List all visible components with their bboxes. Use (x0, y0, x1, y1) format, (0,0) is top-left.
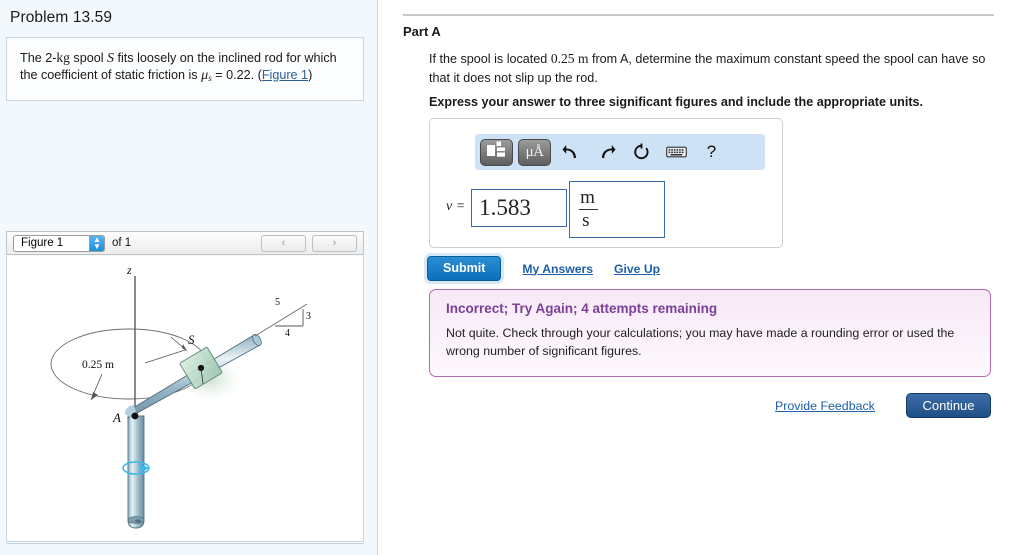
undo-button[interactable] (556, 139, 587, 166)
slope-triangle (275, 309, 304, 327)
units-numerator: m (579, 187, 598, 210)
figure-1-link[interactable]: Figure 1 (262, 68, 308, 82)
redo-icon (602, 144, 616, 158)
statement-part-1: The 2- (20, 51, 57, 65)
reset-icon (634, 143, 649, 160)
statement-unit-kg: kg (56, 50, 70, 65)
chevron-updown-icon: ▲ ▼ (89, 235, 104, 251)
slope-label-5: 5 (275, 297, 280, 308)
point-label-A: A (112, 410, 121, 425)
problem-statement-text: The 2-kg spool S fits loosely on the inc… (20, 49, 351, 88)
page-root: Problem 13.59 The 2-kg spool S fits loos… (0, 0, 1018, 555)
figure-nav-arrows: ‹ › (255, 234, 357, 252)
statement-equation: = 0.22. ( (211, 68, 262, 82)
rod-extension-line (254, 303, 308, 337)
template-button[interactable] (480, 138, 513, 166)
my-answers-link[interactable]: My Answers (522, 262, 593, 276)
keyboard-button[interactable] (661, 139, 692, 166)
dimension-label-025m: 0.25 m (82, 359, 114, 371)
chevron-right-icon: › (332, 237, 337, 249)
section-divider (403, 14, 994, 16)
spool-rod-diagram: z 5 3 4 S 0.25 m A (50, 263, 311, 529)
units-button[interactable]: μÅ (518, 138, 551, 166)
answer-value-input[interactable]: 1.583 (471, 189, 568, 227)
statement-var-s: S (107, 51, 115, 66)
give-up-link[interactable]: Give Up (614, 262, 660, 276)
submit-button[interactable]: Submit (427, 256, 502, 281)
units-denominator: s (582, 209, 590, 231)
continue-button[interactable]: Continue (906, 393, 991, 418)
problem-panel: Problem 13.59 The 2-kg spool S fits loos… (0, 0, 378, 555)
point-A-dot (131, 412, 139, 420)
redo-button[interactable] (591, 139, 622, 166)
answer-units-input[interactable]: m s (569, 181, 666, 238)
provide-feedback-link[interactable]: Provide Feedback (775, 399, 875, 413)
figure-select[interactable]: Figure 1 ▲ ▼ (13, 234, 105, 252)
answer-equation-row: v = 1.583 m s (446, 181, 666, 238)
equation-toolbar: μÅ ? (475, 134, 765, 170)
template-icon (486, 140, 507, 164)
page-title: Problem 13.59 (10, 9, 113, 26)
slope-label-4: 4 (285, 328, 290, 339)
problem-statement-box: The 2-kg spool S fits loosely on the inc… (6, 37, 364, 101)
figure-image-container: z 5 3 4 S 0.25 m A (6, 256, 364, 542)
chevron-left-icon: ‹ (281, 237, 286, 249)
reset-button[interactable] (626, 139, 657, 166)
figure-navigation-bar: Figure 1 ▲ ▼ of 1 ‹ › (6, 231, 364, 255)
previous-figure-button[interactable]: ‹ (261, 234, 306, 252)
feedback-body: Not quite. Check through your calculatio… (446, 326, 955, 358)
statement-part-2: spool (69, 51, 108, 65)
slope-label-3: 3 (306, 311, 311, 322)
feedback-box: Incorrect; Try Again; 4 attempts remaini… (429, 289, 991, 377)
units-icon: μÅ (525, 143, 544, 160)
question-unit: m (577, 51, 589, 66)
keyboard-icon (666, 146, 687, 158)
answer-entry-box: μÅ ? v = 1.583 m s (429, 118, 783, 248)
figure-select-label: Figure 1 (21, 237, 64, 249)
z-axis-label: z (126, 263, 132, 277)
answer-value-text: 1.583 (479, 195, 531, 220)
next-figure-button[interactable]: › (312, 234, 357, 252)
submit-row: Submit My Answers Give Up (427, 256, 660, 281)
question-text: If the spool is located 0.25 m from A, d… (429, 50, 997, 87)
undo-icon (562, 144, 576, 158)
help-icon: ? (706, 142, 717, 161)
figure-panel-footer (6, 543, 364, 555)
dimension-leader-upper (144, 349, 186, 364)
question-pre: If the spool is located (429, 52, 551, 66)
statement-close-paren: ) (308, 68, 313, 82)
part-a-heading: Part A (403, 24, 441, 39)
answer-variable-label: v = (446, 199, 466, 214)
figure-count-label: of 1 (112, 237, 132, 249)
spool-label-S: S (188, 332, 195, 347)
instruction-text: Express your answer to three significant… (429, 95, 924, 109)
question-value: 0.25 (550, 51, 575, 66)
answer-panel: Part A If the spool is located 0.25 m fr… (379, 0, 1018, 555)
feedback-title: Incorrect; Try Again; 4 attempts remaini… (446, 301, 718, 316)
help-button[interactable]: ? (696, 139, 727, 166)
